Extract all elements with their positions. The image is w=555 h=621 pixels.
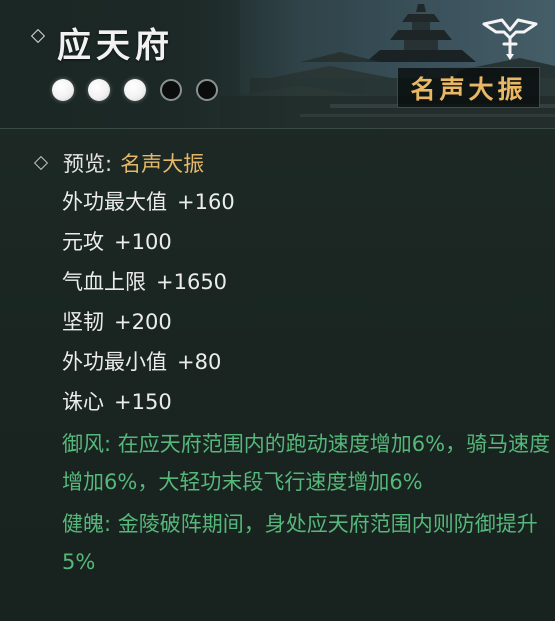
- stat-row: 元攻 +100: [62, 228, 235, 268]
- stat-name: 外功最小值: [62, 350, 167, 374]
- fame-dot-filled: [52, 79, 74, 101]
- fame-dot-empty: [196, 79, 218, 101]
- preview-diamond-icon: [33, 155, 49, 171]
- fame-dot-filled: [124, 79, 146, 101]
- fame-rank-label: 名声大振: [410, 74, 527, 104]
- winged-sword-icon: [482, 18, 538, 60]
- stat-value: +150: [114, 390, 172, 414]
- stat-name: 气血上限: [62, 270, 146, 294]
- effect-defense-bonus: 健魄: 金陵破阵期间，身处应天府范围内则防御提升5%: [62, 512, 538, 574]
- stat-row: 气血上限 +1650: [62, 268, 235, 308]
- stat-name: 诛心: [62, 390, 104, 414]
- stat-name: 外功最大值: [62, 190, 167, 214]
- region-tooltip-card: 应天府 名声大振 预览: 名声大振 外功最大值 +160 元攻 +100 气血上限 +…: [0, 0, 555, 621]
- fame-dot-filled: [88, 79, 110, 101]
- stat-list: 外功最大值 +160 元攻 +100 气血上限 +1650 坚韧 +200 外功最小值 +…: [62, 188, 235, 428]
- stat-value: +200: [114, 310, 172, 334]
- fame-dot-empty: [160, 79, 182, 101]
- stat-value: +1650: [156, 270, 228, 294]
- preview-label: 预览:: [63, 152, 113, 176]
- stat-row: 诛心 +150: [62, 388, 235, 428]
- region-title: 应天府: [57, 26, 174, 66]
- preview-row: 预览: 名声大振: [33, 148, 205, 178]
- fame-rank-badge: 名声大振: [397, 67, 540, 108]
- effect-wind-speed: 御风: 在应天府范围内的跑动速度增加6%，骑马速度增加6%，大轻功末段飞行速度增…: [62, 432, 551, 494]
- preview-value: 名声大振: [120, 152, 205, 176]
- tooltip-body: 预览: 名声大振 外功最大值 +160 元攻 +100 气血上限 +1650 坚韧 +2…: [0, 129, 555, 621]
- stat-name: 元攻: [62, 230, 104, 254]
- stat-row: 外功最大值 +160: [62, 188, 235, 228]
- stat-row: 外功最小值 +80: [62, 348, 235, 388]
- stat-row: 坚韧 +200: [62, 308, 235, 348]
- stat-value: +80: [177, 350, 222, 374]
- special-effects: 御风: 在应天府范围内的跑动速度增加6%，骑马速度增加6%，大轻功末段飞行速度增…: [62, 425, 552, 585]
- stat-value: +100: [114, 230, 172, 254]
- stat-value: +160: [177, 190, 235, 214]
- stat-name: 坚韧: [62, 310, 104, 334]
- region-header-banner: 应天府 名声大振: [0, 0, 555, 129]
- fame-level-indicator: [52, 79, 218, 101]
